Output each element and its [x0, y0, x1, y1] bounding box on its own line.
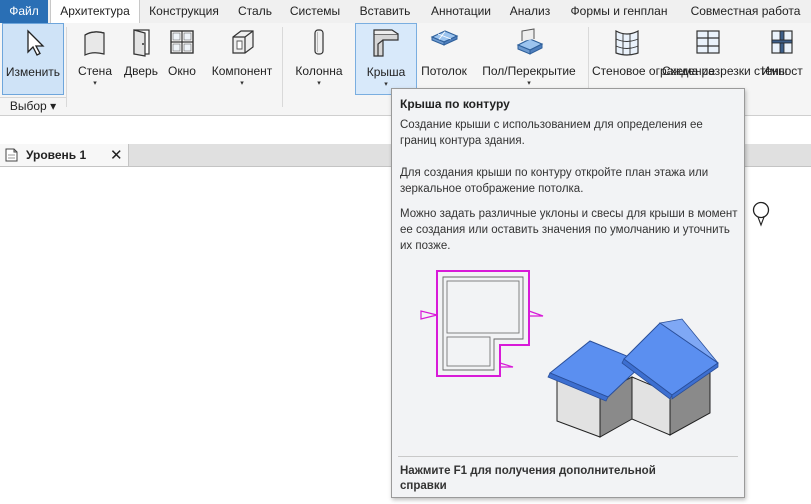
door-button[interactable]: Дверь — [120, 23, 162, 95]
tab-systems[interactable]: Системы — [282, 0, 348, 23]
floor-icon — [516, 28, 544, 55]
tab-file[interactable]: Файл — [0, 0, 48, 23]
window-button[interactable]: Окно — [163, 23, 201, 95]
wall-button[interactable]: Стена ▾ — [72, 23, 118, 95]
select-panel-text: Выбор — [9, 99, 47, 113]
view-tab-level-1[interactable]: Уровень 1 ✕ — [0, 144, 129, 166]
ribbon-tab-bar: Файл Архитектура Конструкция Сталь Систе… — [0, 0, 811, 24]
floor-button[interactable]: Пол/Перекрытие ▾ — [474, 23, 584, 95]
curtain-system-button[interactable]: Стеновое ограждение — [592, 23, 716, 95]
tab-analyze[interactable]: Анализ — [502, 0, 558, 23]
column-label: Колонна — [295, 64, 343, 78]
curtain-system-label: Стеновое ограждение — [592, 64, 716, 78]
ceiling-label: Потолок — [421, 64, 467, 78]
door-icon — [133, 29, 150, 57]
select-panel-arrow: ▾ — [50, 99, 57, 113]
floor-label: Пол/Перекрытие — [482, 64, 576, 78]
roof-by-footprint-illustration — [420, 270, 719, 438]
column-dropdown-arrow: ▾ — [317, 80, 321, 87]
tooltip-title: Крыша по контуру — [400, 97, 510, 111]
door-label: Дверь — [124, 64, 158, 78]
column-button[interactable]: Колонна ▾ — [288, 23, 350, 95]
tooltip-help-hint: Нажмите F1 для получения дополнительной … — [400, 465, 656, 492]
curtain-grid-button[interactable]: Схема разрезки стены — [662, 23, 788, 95]
curtain-system-icon — [615, 29, 639, 56]
window-icon — [170, 30, 194, 54]
mullion-label: Импост — [761, 64, 803, 78]
tooltip-divider — [398, 456, 738, 457]
cursor-arrow-icon — [27, 29, 45, 56]
select-panel-label[interactable]: Выбор ▾ — [0, 97, 66, 114]
tooltip-description: Создание крыши с использованием для опре… — [400, 119, 703, 147]
tab-annotate[interactable]: Аннотации — [422, 0, 500, 23]
tab-architecture[interactable]: Архитектура — [50, 0, 140, 24]
tab-structure[interactable]: Конструкция — [140, 0, 228, 23]
ceiling-icon — [430, 30, 459, 46]
wall-dropdown-arrow: ▾ — [93, 80, 97, 87]
tooltip-instruction: Для создания крыши по контуру откройте п… — [400, 167, 709, 195]
roof-icon — [373, 29, 399, 57]
ceiling-button[interactable]: Потолок — [418, 23, 470, 95]
column-icon — [314, 29, 324, 55]
tab-steel[interactable]: Сталь — [230, 0, 280, 23]
wall-label: Стена — [77, 64, 112, 78]
tooltip-note: Можно задать различные уклоны и свесы дл… — [400, 208, 738, 252]
component-icon — [232, 30, 254, 54]
level-marker-icon[interactable] — [752, 200, 772, 230]
curtain-grid-icon — [696, 30, 720, 54]
tab-insert[interactable]: Вставить — [350, 0, 420, 23]
roof-dropdown-arrow: ▾ — [384, 81, 388, 88]
component-label: Компонент — [211, 64, 273, 78]
tab-massing-site[interactable]: Формы и генплан — [560, 0, 678, 23]
floor-plan-view-icon — [5, 148, 18, 162]
floor-dropdown-arrow: ▾ — [527, 80, 531, 87]
component-button[interactable]: Компонент ▾ — [206, 23, 278, 95]
roof-tooltip: Крыша по контуру Создание крыши с исполь… — [391, 88, 745, 498]
component-dropdown-arrow: ▾ — [240, 80, 244, 87]
view-tab-label: Уровень 1 — [26, 148, 87, 162]
roof-label: Крыша — [366, 65, 406, 79]
close-icon[interactable]: ✕ — [110, 146, 123, 164]
modify-label: Изменить — [5, 65, 61, 79]
window-label: Окно — [168, 64, 196, 78]
wall-icon — [84, 31, 105, 56]
mullion-icon — [771, 30, 793, 54]
modify-button[interactable]: Изменить — [2, 23, 64, 95]
separator — [282, 27, 283, 107]
separator — [66, 27, 67, 107]
tab-collaborate[interactable]: Совместная работа — [680, 0, 811, 23]
curtain-grid-label: Схема разрезки стены — [662, 64, 788, 78]
roof-button[interactable]: Крыша ▾ — [355, 23, 417, 95]
mullion-button[interactable]: Импост — [756, 23, 808, 95]
